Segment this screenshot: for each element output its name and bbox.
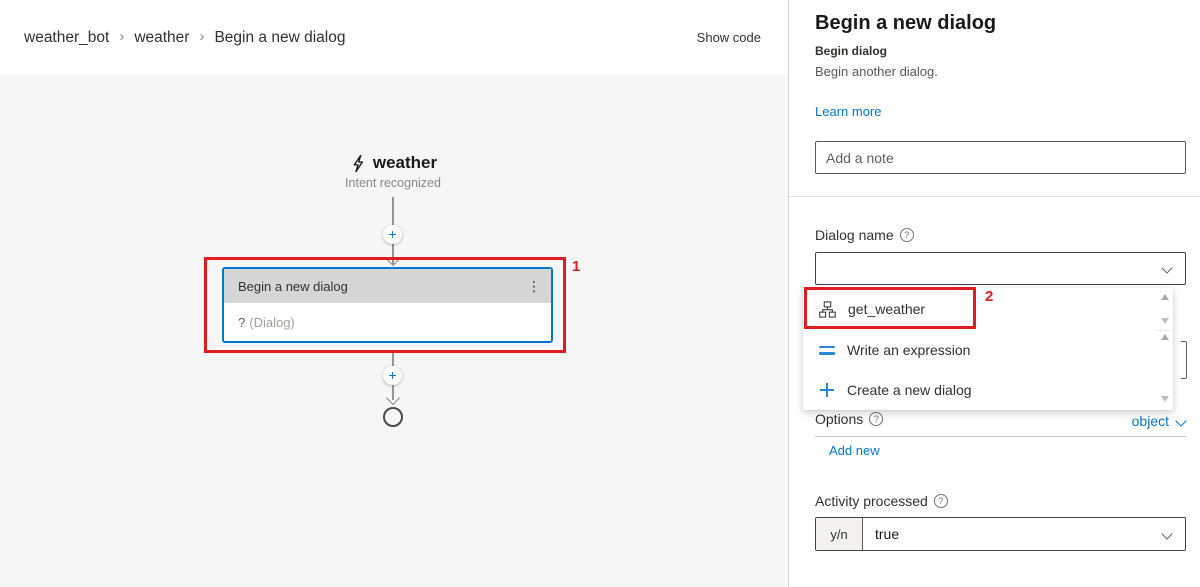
dropdown-item-create-dialog[interactable]: Create a new dialog: [803, 370, 1155, 410]
panel-description: Begin another dialog.: [815, 64, 938, 79]
scroll-up-icon[interactable]: [1161, 294, 1169, 300]
chevron-down-icon: [1175, 415, 1186, 426]
arrowhead-icon: [386, 391, 400, 405]
breadcrumb-separator-icon: ›: [119, 28, 124, 45]
note-input[interactable]: [815, 141, 1186, 174]
obscured-field-edge: [1181, 341, 1187, 379]
lightning-icon: [349, 154, 366, 173]
dropdown-item-write-expression[interactable]: Write an expression: [803, 330, 1155, 370]
scroll-up-icon[interactable]: [1161, 334, 1169, 340]
dropdown-scrollbar-upper[interactable]: [1157, 294, 1172, 324]
properties-panel: Begin a new dialog Begin dialog Begin an…: [788, 0, 1200, 587]
flow-canvas: weather Intent recognized + Begin a new …: [0, 75, 787, 587]
help-icon[interactable]: ?: [934, 494, 948, 508]
node-body: ? (Dialog): [224, 303, 551, 341]
add-action-button-bottom[interactable]: +: [383, 366, 402, 385]
node-value-prefix: ?: [238, 315, 245, 330]
dropdown-item-label: Write an expression: [847, 342, 970, 358]
options-type-selector[interactable]: object: [1132, 413, 1185, 429]
plus-icon: [819, 382, 835, 398]
equals-icon: [819, 346, 835, 355]
flow-end-node: [383, 407, 403, 427]
node-title: Begin a new dialog: [238, 279, 348, 294]
node-menu-icon[interactable]: ⋮: [527, 279, 541, 293]
scroll-down-icon[interactable]: [1161, 318, 1169, 324]
app-root: weather_bot › weather › Begin a new dial…: [0, 0, 1200, 587]
arrowhead-icon: [386, 252, 400, 266]
breadcrumb-item-dialog[interactable]: weather: [134, 29, 189, 47]
show-code-button[interactable]: Show code: [697, 30, 761, 45]
activity-label-row: Activity processed ?: [815, 493, 948, 509]
dialog-name-dropdown: get_weather Write an expression Create a…: [803, 288, 1173, 410]
scroll-down-icon[interactable]: [1161, 396, 1169, 402]
options-divider: [815, 436, 1186, 437]
learn-more-link[interactable]: Learn more: [815, 104, 881, 119]
chevron-down-icon: [1161, 262, 1172, 273]
dropdown-scrollbar-lower[interactable]: [1157, 334, 1172, 402]
breadcrumb-separator-icon: ›: [199, 28, 204, 45]
activity-processed-value: true: [863, 518, 1163, 550]
annotation-label-2: 2: [985, 288, 993, 305]
breadcrumb-item-action[interactable]: Begin a new dialog: [214, 29, 345, 47]
trigger-subtitle: Intent recognized: [253, 176, 533, 190]
dialog-name-combobox[interactable]: [815, 252, 1186, 285]
begin-dialog-node[interactable]: Begin a new dialog ⋮ ? (Dialog): [222, 267, 553, 343]
help-icon[interactable]: ?: [900, 228, 914, 242]
help-icon[interactable]: ?: [869, 412, 883, 426]
options-label: Options: [815, 411, 863, 427]
canvas-header: weather_bot › weather › Begin a new dial…: [0, 0, 787, 75]
dropdown-item-label: Create a new dialog: [847, 382, 972, 398]
dialog-name-label: Dialog name: [815, 227, 894, 243]
boolean-type-badge: y/n: [816, 518, 863, 550]
trigger-node[interactable]: weather Intent recognized: [253, 153, 533, 190]
annotation-label-1: 1: [572, 258, 580, 275]
dropdown-item-get-weather[interactable]: get_weather: [803, 288, 1155, 330]
add-action-button-top[interactable]: +: [383, 225, 402, 244]
options-label-row: Options ?: [815, 411, 883, 427]
chevron-down-icon: [1163, 518, 1185, 550]
org-chart-icon: [819, 301, 836, 318]
dropdown-item-label: get_weather: [848, 301, 925, 317]
activity-processed-dropdown[interactable]: y/n true: [815, 517, 1186, 551]
panel-action-kind: Begin dialog: [815, 44, 887, 58]
authoring-region: weather_bot › weather › Begin a new dial…: [0, 0, 787, 587]
node-header: Begin a new dialog ⋮: [224, 269, 551, 303]
dialog-name-label-row: Dialog name ?: [815, 227, 914, 243]
breadcrumb: weather_bot › weather › Begin a new dial…: [24, 29, 345, 47]
breadcrumb-item-bot[interactable]: weather_bot: [24, 29, 109, 47]
section-divider: [789, 196, 1200, 197]
options-type-value: object: [1132, 413, 1169, 429]
panel-title: Begin a new dialog: [815, 12, 996, 35]
activity-processed-label: Activity processed: [815, 493, 928, 509]
add-new-link[interactable]: Add new: [829, 443, 880, 458]
node-value-hint: (Dialog): [249, 315, 295, 330]
trigger-title: weather: [373, 153, 437, 173]
